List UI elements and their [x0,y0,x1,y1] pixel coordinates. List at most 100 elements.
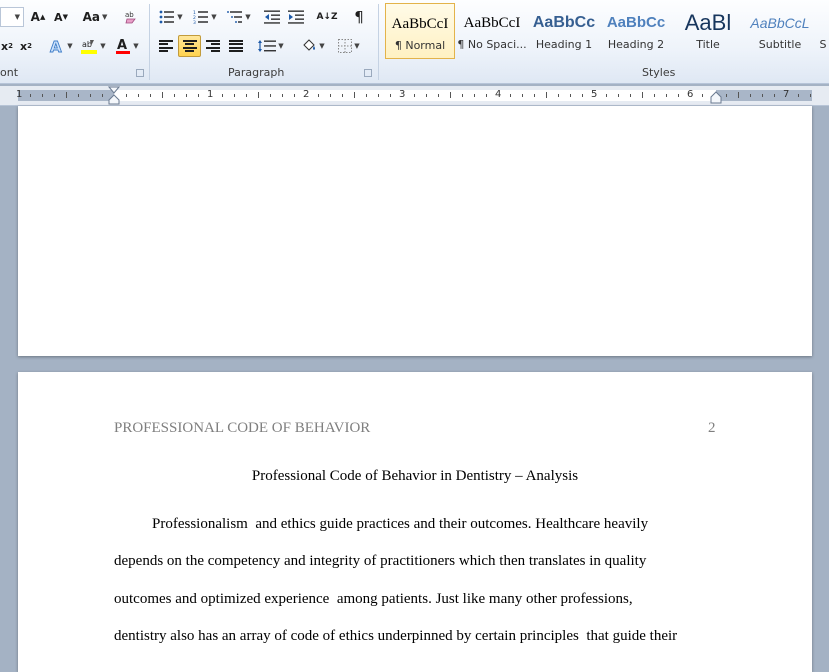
text-effects-icon[interactable]: A ▼ [48,36,74,56]
page-number: 2 [708,420,716,436]
paragraph-line[interactable]: outcomes and optimized experience among … [114,591,633,608]
style-preview: AaBbCcI [463,15,521,31]
ruler-number: 1 [207,89,214,100]
line-spacing-icon[interactable]: ▼ [256,36,286,56]
svg-text:ab: ab [125,11,134,19]
svg-text:A: A [50,38,62,54]
style-name: Subtitle [758,38,802,51]
left-indent-marker-icon[interactable] [108,86,120,105]
ruler-tick [426,94,427,97]
ruler-number: 5 [591,89,598,100]
superscript-button[interactable]: x2 [18,36,34,56]
ruler-tick [66,92,67,98]
font-dialog-launcher-icon[interactable] [136,69,144,77]
numbering-icon[interactable]: 1 2 3 ▼ [189,7,221,27]
align-center-button[interactable] [178,35,201,57]
style-preview: AaBl [684,12,732,34]
ruler-tick [390,94,391,97]
ruler-tick [570,94,571,97]
align-right-button[interactable] [202,36,224,56]
group-separator [378,4,379,80]
styles-gallery: AaBbCcI ¶ Normal AaBbCcI ¶ No Spaci... A… [383,3,829,61]
ruler-tick [774,94,775,97]
page-header-title: PROFESSIONAL CODE OF BEHAVIOR [114,420,371,436]
ruler-tick [438,94,439,97]
ruler-tick [606,94,607,97]
ruler-tick [330,94,331,97]
multilevel-list-icon[interactable]: ▼ [224,7,254,27]
style-title[interactable]: AaBl Title [673,3,743,59]
align-left-button[interactable] [155,36,177,56]
ruler-tick [450,92,451,98]
document-title[interactable]: Professional Code of Behavior in Dentist… [18,468,812,485]
highlight-color-icon[interactable]: ab ▼ [78,36,108,56]
style-name: Heading 1 [535,38,593,51]
ruler-tick [162,92,163,98]
ruler-tick [222,94,223,97]
ruler-tick [90,94,91,97]
borders-icon[interactable]: ▼ [334,36,364,56]
style-preview: AaBbCc [532,14,596,31]
page-2[interactable]: PROFESSIONAL CODE OF BEHAVIOR 2 Professi… [18,372,812,672]
grow-font-button[interactable]: A ▲ [28,7,48,27]
ruler-tick [234,94,235,97]
decrease-indent-icon[interactable] [262,7,282,27]
ruler-tick [810,94,811,97]
styles-group-label: Styles [642,66,676,79]
paragraph-line[interactable]: dentistry also has an array of code of e… [114,628,677,645]
show-formatting-marks-button[interactable]: ¶ [350,7,368,27]
ruler-tick [198,94,199,97]
ruler-tick [174,94,175,97]
change-case-button[interactable]: Aa ▼ [80,7,110,27]
paragraph-line[interactable]: depends on the competency and integrity … [114,553,646,570]
ruler-number: 3 [399,89,406,100]
ruler-tick [702,94,703,97]
paragraph-dialog-launcher-icon[interactable] [364,69,372,77]
ruler-tick [294,94,295,97]
ruler-tick [102,94,103,97]
svg-text:3: 3 [193,20,196,24]
ruler-tick [750,94,751,97]
ruler-tick [486,94,487,97]
style-heading-1[interactable]: AaBbCc Heading 1 [529,3,599,59]
increase-indent-icon[interactable] [286,7,306,27]
paragraph-line[interactable]: Professionalism and ethics guide practic… [152,516,648,533]
font-size-dropdown[interactable]: ▼ [0,7,24,27]
style-name: Heading 2 [607,38,665,51]
horizontal-ruler[interactable]: 1 1 2 3 4 5 6 7 [0,86,829,106]
ruler-tick [618,94,619,97]
ruler-tick [582,94,583,97]
ruler-tick [546,92,547,98]
style-heading-2[interactable]: AaBbCc Heading 2 [601,3,671,59]
paragraph-group-label: Paragraph [228,66,285,79]
style-next[interactable]: S [817,3,829,59]
ruler-number: 7 [783,89,790,100]
ruler-tick [42,94,43,97]
ruler-tick [258,92,259,98]
clear-formatting-icon[interactable]: ab [122,7,142,27]
style-preview: AaBbCcI [391,16,449,32]
sort-icon[interactable]: A↓Z [316,7,338,27]
shading-icon[interactable]: ▼ [298,36,328,56]
subscript-button[interactable]: x2 [0,36,14,56]
right-indent-marker-icon[interactable] [710,91,722,104]
style-subtitle[interactable]: AaBbCcL Subtitle [745,3,815,59]
font-color-icon[interactable]: A ▼ [112,36,142,56]
svg-text:A: A [117,38,127,53]
ruler-tick [366,94,367,97]
shrink-font-button[interactable]: A ▼ [51,7,71,27]
style-preview [817,12,829,34]
style-no-spacing[interactable]: AaBbCcI ¶ No Spaci... [457,3,527,59]
ruler-tick [474,94,475,97]
ruler-tick [78,94,79,97]
style-preview: AaBbCc [606,14,666,31]
bullets-icon[interactable]: ▼ [156,7,186,27]
justify-button[interactable] [225,36,247,56]
page-1[interactable] [18,106,812,356]
style-normal[interactable]: AaBbCcI ¶ Normal [385,3,455,59]
ruler-tick [126,94,127,97]
style-name: ¶ No Spaci... [457,38,527,51]
ruler-tick [318,94,319,97]
ruler-tick [282,94,283,97]
ruler-tick [414,94,415,97]
